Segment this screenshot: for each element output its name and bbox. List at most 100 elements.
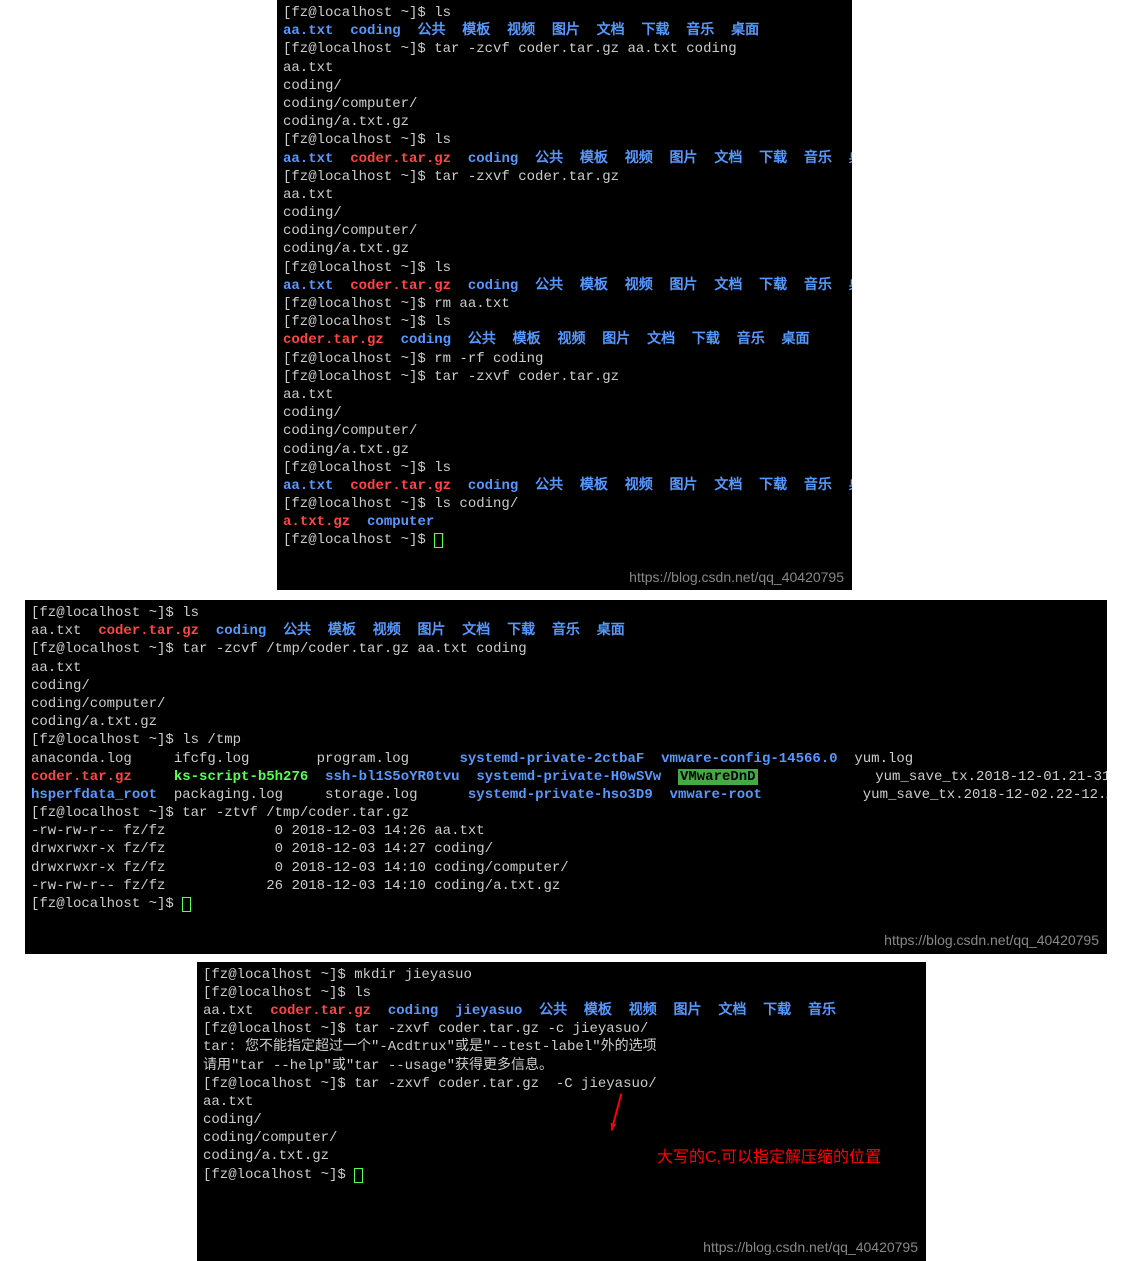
terminal-line: coding/ xyxy=(283,404,846,422)
terminal-line: [fz@localhost ~]$ tar -ztvf /tmp/coder.t… xyxy=(31,804,1101,822)
terminal-text: aa.txt xyxy=(283,278,333,294)
terminal-text: -rw-rw-r-- fz/fz 0 2018-12-03 14:26 aa.t… xyxy=(31,823,485,839)
terminal-line: coding/computer/ xyxy=(283,95,846,113)
terminal-text: [fz@localhost ~]$ xyxy=(203,1167,354,1183)
terminal-text: a.txt.gz xyxy=(283,514,350,530)
terminal-line: [fz@localhost ~]$ ls xyxy=(203,984,920,1002)
terminal-text: [fz@localhost ~]$ ls xyxy=(283,314,451,330)
terminal-line: [fz@localhost ~]$ tar -zxvf coder.tar.gz… xyxy=(203,1075,920,1093)
terminal-line: coding/ xyxy=(203,1111,920,1129)
terminal-text: coding xyxy=(350,23,400,39)
terminal-text: coding/ xyxy=(283,405,342,421)
terminal-line: [fz@localhost ~]$ tar -zcvf coder.tar.gz… xyxy=(283,40,846,58)
cursor-icon xyxy=(354,1168,363,1183)
terminal-panel-2[interactable]: [fz@localhost ~]$ lsaa.txt coder.tar.gz … xyxy=(25,600,1107,954)
terminal-text: hsperfdata_root xyxy=(31,787,157,803)
terminal-text: 公共 模板 视频 图片 文档 下载 音乐 xyxy=(539,1003,836,1019)
terminal-line: aa.txt xyxy=(283,386,846,404)
terminal-text: coding/ xyxy=(31,678,90,694)
terminal-line: coding/a.txt.gz xyxy=(283,240,846,258)
terminal-line: coding/ xyxy=(283,77,846,95)
terminal-line: [fz@localhost ~]$ ls xyxy=(283,131,846,149)
watermark-text: https://blog.csdn.net/qq_40420795 xyxy=(703,1238,918,1256)
terminal-text: 公共 模板 视频 图片 文档 下载 音乐 桌面 xyxy=(283,623,625,639)
terminal-text: [fz@localhost ~]$ ls xyxy=(203,985,371,1001)
terminal-line: aa.txt coder.tar.gz coding 公共 模板 视频 图片 文… xyxy=(283,277,846,295)
terminal-text: 公共 模板 视频 图片 文档 下载 音乐 桌面 xyxy=(535,478,852,494)
terminal-text: [fz@localhost ~]$ ls xyxy=(283,460,451,476)
terminal-line: coding/a.txt.gz xyxy=(31,713,1101,731)
terminal-text: [fz@localhost ~]$ ls /tmp xyxy=(31,732,241,748)
terminal-text: aa.txt xyxy=(283,23,333,39)
terminal-line: aa.txt xyxy=(203,1093,920,1111)
terminal-text xyxy=(401,23,418,39)
terminal-text: coder.tar.gz xyxy=(31,769,132,785)
terminal-line: [fz@localhost ~]$ rm -rf coding xyxy=(283,350,846,368)
terminal-text: systemd-private-H0wSVw xyxy=(476,769,661,785)
cursor-icon xyxy=(434,533,443,548)
terminal-text: [fz@localhost ~]$ xyxy=(283,532,434,548)
terminal-line: [fz@localhost ~]$ xyxy=(283,531,846,549)
terminal-text: 公共 模板 视频 图片 文档 下载 音乐 桌面 xyxy=(535,278,852,294)
terminal-line: -rw-rw-r-- fz/fz 0 2018-12-03 14:26 aa.t… xyxy=(31,822,1101,840)
terminal-text xyxy=(333,23,350,39)
terminal-text xyxy=(460,769,477,785)
terminal-text: coder.tar.gz xyxy=(350,151,451,167)
terminal-text: [fz@localhost ~]$ tar -zcvf /tmp/coder.t… xyxy=(31,641,527,657)
terminal-panel-1[interactable]: [fz@localhost ~]$ ls aa.txt coding 公共 模板 … xyxy=(277,0,852,590)
terminal-text: 公共 模板 视频 图片 文档 下载 音乐 桌面 xyxy=(417,23,759,39)
terminal-line: [fz@localhost ~]$ ls /tmp xyxy=(31,731,1101,749)
terminal-text xyxy=(371,1003,388,1019)
terminal-text: yum_save_tx.2018-12-01.21-31.9Wu_uF.yumt… xyxy=(758,769,1107,785)
terminal-text xyxy=(266,623,283,639)
watermark-text: https://blog.csdn.net/qq_40420795 xyxy=(884,931,1099,949)
terminal-line: [fz@localhost ~]$ ls xyxy=(283,259,846,277)
terminal-text: tar: 您不能指定超过一个"-Acdtrux"或是"--test-label"… xyxy=(203,1039,657,1055)
terminal-text: [fz@localhost ~]$ ls xyxy=(283,260,451,276)
terminal-text: anaconda.log ifcfg.log program.log xyxy=(31,751,459,767)
terminal-text: coding/computer/ xyxy=(203,1130,337,1146)
terminal-text: yum_save_tx.2018-12-02.22-12.AMuDXt.yumt… xyxy=(762,787,1107,803)
terminal-text: coding/computer/ xyxy=(283,423,417,439)
terminal-text xyxy=(438,1003,455,1019)
terminal-text: coding/computer/ xyxy=(283,223,417,239)
terminal-text xyxy=(451,151,468,167)
terminal-text: [fz@localhost ~]$ mkdir jieyasuo xyxy=(203,967,472,983)
terminal-text: aa.txt xyxy=(283,187,333,203)
terminal-text: coder.tar.gz xyxy=(350,478,451,494)
terminal-line: [fz@localhost ~]$ rm aa.txt xyxy=(283,295,846,313)
terminal-line: coding/computer/ xyxy=(283,422,846,440)
terminal-text: coding xyxy=(468,478,518,494)
terminal-text: 公共 模板 视频 图片 文档 下载 音乐 桌面 xyxy=(468,332,810,348)
terminal-line: coding/computer/ xyxy=(203,1129,920,1147)
terminal-text xyxy=(661,769,678,785)
terminal-text: 请用"tar --help"或"tar --usage"获得更多信息。 xyxy=(203,1058,553,1074)
terminal-line: coding/ xyxy=(283,204,846,222)
terminal-text: drwxrwxr-x fz/fz 0 2018-12-03 14:10 codi… xyxy=(31,860,569,876)
terminal-text: jieyasuo xyxy=(455,1003,522,1019)
terminal-line: drwxrwxr-x fz/fz 0 2018-12-03 14:27 codi… xyxy=(31,840,1101,858)
terminal-line: aa.txt xyxy=(283,59,846,77)
terminal-text: coding xyxy=(468,278,518,294)
terminal-text xyxy=(199,623,216,639)
terminal-text: systemd-private-hso3D9 xyxy=(468,787,653,803)
terminal-text xyxy=(333,151,350,167)
terminal-text: coding/a.txt.gz xyxy=(31,714,157,730)
terminal-text: [fz@localhost ~]$ ls xyxy=(283,5,451,21)
terminal-text: aa.txt xyxy=(283,151,333,167)
terminal-text: packaging.log storage.log xyxy=(157,787,468,803)
terminal-line: [fz@localhost ~]$ ls xyxy=(283,313,846,331)
terminal-text: computer xyxy=(367,514,434,530)
terminal-text xyxy=(653,787,670,803)
terminal-text: coding/a.txt.gz xyxy=(283,114,409,130)
terminal-line: aa.txt coder.tar.gz coding 公共 模板 视频 图片 文… xyxy=(283,150,846,168)
terminal-line: a.txt.gz computer xyxy=(283,513,846,531)
terminal-line: -rw-rw-r-- fz/fz 26 2018-12-03 14:10 cod… xyxy=(31,877,1101,895)
terminal-text: coding/computer/ xyxy=(283,96,417,112)
terminal-text: [fz@localhost ~]$ xyxy=(31,896,182,912)
terminal-panel-3[interactable]: [fz@localhost ~]$ mkdir jieyasuo [fz@loca… xyxy=(197,962,926,1261)
terminal-text: [fz@localhost ~]$ tar -zcvf coder.tar.gz… xyxy=(283,41,737,57)
terminal-text xyxy=(644,751,661,767)
terminal-line: [fz@localhost ~]$ tar -zxvf coder.tar.gz xyxy=(283,168,846,186)
terminal-text: systemd-private-2ctbaF xyxy=(459,751,644,767)
